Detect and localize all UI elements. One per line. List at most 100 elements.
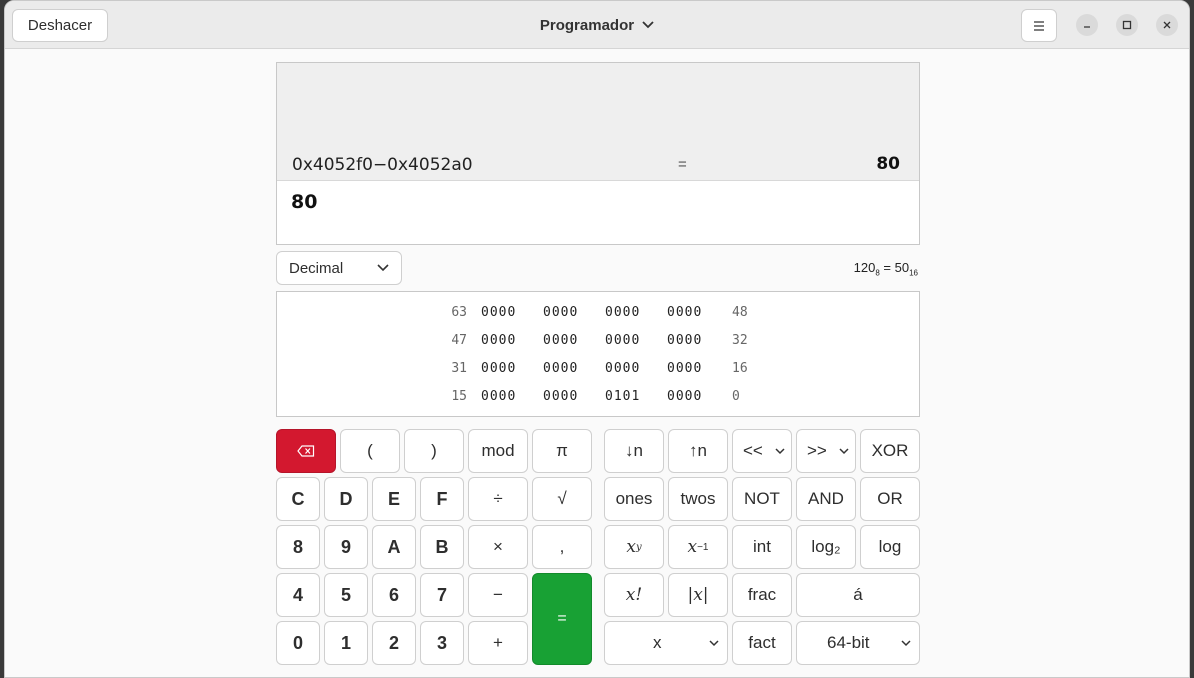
comma-button[interactable]: , <box>532 525 592 569</box>
c-button[interactable]: C <box>276 477 320 521</box>
equals-button[interactable]: = <box>532 573 592 665</box>
and-button[interactable]: AND <box>796 477 856 521</box>
e-button[interactable]: E <box>372 477 416 521</box>
power-button[interactable]: xy <box>604 525 664 569</box>
chevron-down-icon <box>901 639 911 646</box>
digit-3-button[interactable]: 3 <box>420 621 464 665</box>
current-entry[interactable]: 80 <box>291 191 317 213</box>
mode-title: Programador <box>539 16 635 34</box>
main-menu-button[interactable] <box>1021 9 1057 42</box>
chevron-down-icon <box>709 639 719 646</box>
shift-down-button[interactable]: ↓n <box>604 429 664 473</box>
backspace-icon <box>297 445 315 457</box>
digit-4-button[interactable]: 4 <box>276 573 320 617</box>
bit-row: 47 0000 0000 0000 0000 32 <box>451 333 748 348</box>
undo-button[interactable]: Deshacer <box>12 9 108 42</box>
multiply-button[interactable]: × <box>468 525 528 569</box>
bit-row: 63 0000 0000 0000 0000 48 <box>451 305 748 320</box>
minimize-icon <box>1084 26 1090 28</box>
open-paren-button[interactable]: ( <box>340 429 400 473</box>
chevron-down-icon <box>775 447 785 454</box>
f-button[interactable]: F <box>420 477 464 521</box>
digit-9-button[interactable]: 9 <box>324 525 368 569</box>
close-button[interactable] <box>1156 14 1178 36</box>
mod-button[interactable]: mod <box>468 429 528 473</box>
bit-group[interactable]: 0000 <box>667 389 702 404</box>
bit-group[interactable]: 0000 <box>481 305 516 320</box>
bit-group[interactable]: 0000 <box>605 361 640 376</box>
maximize-button[interactable] <box>1116 14 1138 36</box>
shift-up-button[interactable]: ↑n <box>668 429 728 473</box>
bit-group[interactable]: 0000 <box>667 305 702 320</box>
digit-0-button[interactable]: 0 <box>276 621 320 665</box>
character-button[interactable]: á <box>796 573 920 617</box>
d-button[interactable]: D <box>324 477 368 521</box>
bit-row: 15 0000 0000 0101 0000 0 <box>451 389 740 404</box>
bit-row: 31 0000 0000 0000 0000 16 <box>451 361 748 376</box>
history-view: 0x4052f0−0x4052a0 = 80 <box>277 63 919 181</box>
digit-1-button[interactable]: 1 <box>324 621 368 665</box>
history-equals: = <box>678 156 687 173</box>
digit-8-button[interactable]: 8 <box>276 525 320 569</box>
or-button[interactable]: OR <box>860 477 920 521</box>
digit-2-button[interactable]: 2 <box>372 621 416 665</box>
add-button[interactable]: + <box>468 621 528 665</box>
number-base-select[interactable]: Decimal <box>276 251 402 285</box>
bit-group[interactable]: 0000 <box>481 361 516 376</box>
a-button[interactable]: A <box>372 525 416 569</box>
divide-button[interactable]: ÷ <box>468 477 528 521</box>
twos-complement-button[interactable]: twos <box>668 477 728 521</box>
history-result[interactable]: 80 <box>876 154 900 174</box>
base-conversion-label: 1208 = 5016 <box>853 260 918 278</box>
log2-button[interactable]: log₂ <box>796 525 856 569</box>
bit-group[interactable]: 0000 <box>543 361 578 376</box>
header-bar: Deshacer Programador <box>5 1 1189 49</box>
frac-button[interactable]: frac <box>732 573 792 617</box>
ones-complement-button[interactable]: ones <box>604 477 664 521</box>
pi-button[interactable]: π <box>532 429 592 473</box>
digit-5-button[interactable]: 5 <box>324 573 368 617</box>
history-expression[interactable]: 0x4052f0−0x4052a0 <box>292 155 473 175</box>
factorial-button[interactable]: x! <box>604 573 664 617</box>
bit-group[interactable]: 0101 <box>605 389 640 404</box>
bit-group[interactable]: 0000 <box>667 361 702 376</box>
digit-6-button[interactable]: 6 <box>372 573 416 617</box>
hamburger-icon <box>1034 20 1044 31</box>
bit-group[interactable]: 0000 <box>605 305 640 320</box>
chevron-down-icon <box>642 21 654 29</box>
bit-panel: 63 0000 0000 0000 0000 48 47 0000 0000 0… <box>276 291 920 417</box>
bit-group[interactable]: 0000 <box>605 333 640 348</box>
xor-button[interactable]: XOR <box>860 429 920 473</box>
chevron-down-icon <box>839 447 849 454</box>
calculator-window: Deshacer Programador 0x4052f0−0x4052a0 =… <box>4 0 1190 678</box>
maximize-icon <box>1122 20 1132 30</box>
bit-group[interactable]: 0000 <box>481 333 516 348</box>
bit-group[interactable]: 0000 <box>543 305 578 320</box>
int-button[interactable]: int <box>732 525 792 569</box>
sqrt-button[interactable]: √ <box>532 477 592 521</box>
subtract-button[interactable]: − <box>468 573 528 617</box>
bit-group[interactable]: 0000 <box>543 333 578 348</box>
log-button[interactable]: log <box>860 525 920 569</box>
chevron-down-icon <box>377 264 389 272</box>
inverse-button[interactable]: x −1 <box>668 525 728 569</box>
minimize-button[interactable] <box>1076 14 1098 36</box>
absolute-value-button[interactable]: |x| <box>668 573 728 617</box>
variable-select[interactable]: x <box>604 621 728 665</box>
word-size-select[interactable]: 64-bit <box>796 621 920 665</box>
close-paren-button[interactable]: ) <box>404 429 464 473</box>
digit-7-button[interactable]: 7 <box>420 573 464 617</box>
number-base-value: Decimal <box>289 259 344 277</box>
bit-group[interactable]: 0000 <box>481 389 516 404</box>
backspace-button[interactable] <box>276 429 336 473</box>
bit-group[interactable]: 0000 <box>667 333 702 348</box>
right-shift-menu-button[interactable]: >> <box>796 429 856 473</box>
b-button[interactable]: B <box>420 525 464 569</box>
bit-group[interactable]: 0000 <box>543 389 578 404</box>
mode-menu-button[interactable]: Programador <box>540 17 654 34</box>
display-panel: 0x4052f0−0x4052a0 = 80 80 <box>276 62 920 245</box>
left-shift-menu-button[interactable]: << <box>732 429 792 473</box>
close-icon <box>1163 21 1171 29</box>
fact-button[interactable]: fact <box>732 621 792 665</box>
not-button[interactable]: NOT <box>732 477 792 521</box>
